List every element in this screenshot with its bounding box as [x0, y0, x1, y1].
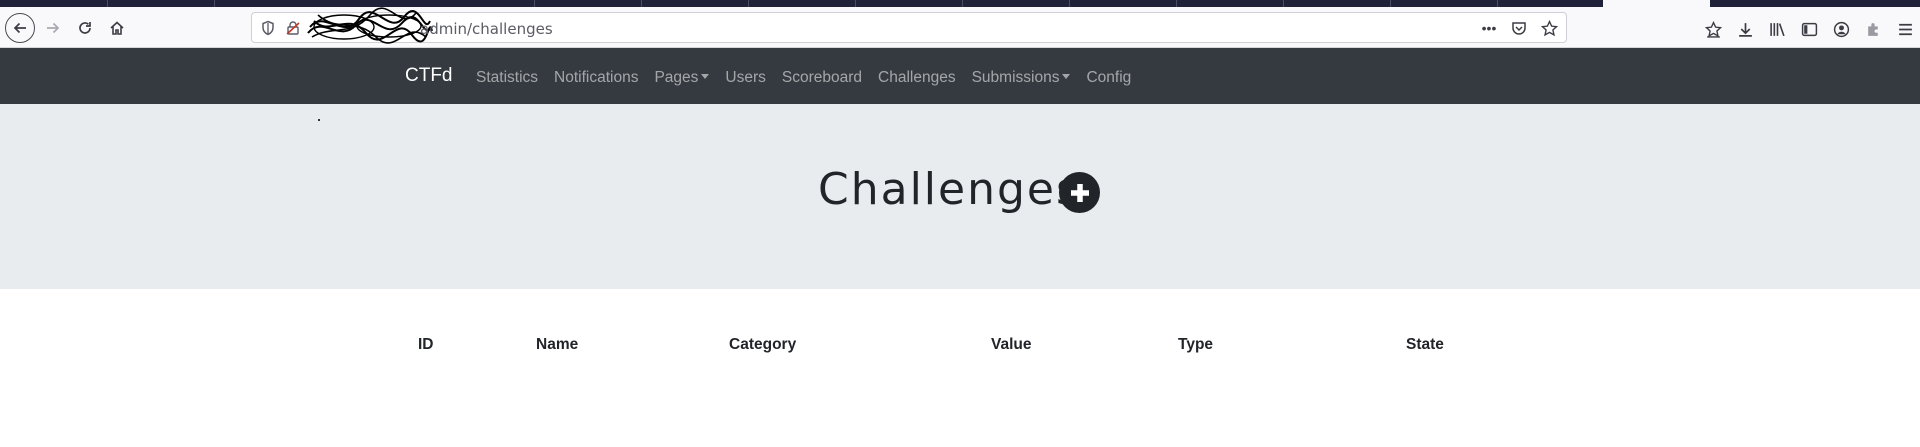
url-bar[interactable]: admin/challenges •••: [251, 7, 1567, 44]
nav-item-pages[interactable]: Pages: [654, 69, 710, 87]
nav-item-users[interactable]: Users: [725, 69, 765, 87]
admin-navbar: CTFd Statistics Notifications Pages User…: [0, 48, 1920, 104]
nav-item-label: Statistics: [476, 69, 539, 86]
tab-separator: [1283, 0, 1284, 7]
column-header-value[interactable]: Value: [991, 336, 1032, 354]
arrow-right-icon: [47, 22, 60, 34]
nav-item-config[interactable]: Config: [1086, 69, 1131, 87]
column-header-type[interactable]: Type: [1178, 336, 1213, 354]
tab-separator: [962, 0, 963, 7]
nav-item-label: Users: [725, 69, 766, 86]
nav-item-statistics[interactable]: Statistics: [476, 69, 538, 87]
tab-separator: [748, 0, 749, 7]
account-icon[interactable]: [1832, 20, 1850, 38]
nav-menu: Statistics Notifications Pages Users Sco…: [476, 69, 1147, 87]
insecure-lock-icon[interactable]: [285, 20, 301, 36]
column-header-category[interactable]: Category: [729, 336, 796, 354]
tab-separator: [214, 0, 215, 7]
active-tab[interactable]: [1603, 0, 1710, 7]
tab-separator: [1497, 0, 1498, 7]
stray-dot: [318, 119, 320, 121]
brand-link[interactable]: CTFd: [405, 65, 453, 87]
url-text[interactable]: admin/challenges: [420, 20, 553, 38]
tab-separator: [855, 0, 856, 7]
bookmarks-star-icon[interactable]: [1704, 20, 1722, 38]
back-button[interactable]: [5, 13, 35, 43]
page-title: Challenges: [818, 164, 1081, 215]
add-challenge-button[interactable]: [1059, 172, 1100, 213]
tab-separator: [1069, 0, 1070, 7]
tab-separator: [1390, 0, 1391, 7]
column-header-state[interactable]: State: [1406, 336, 1444, 354]
nav-item-label: Submissions: [971, 69, 1060, 86]
sidebar-icon[interactable]: [1800, 20, 1818, 38]
browser-toolbar: admin/challenges •••: [0, 7, 1920, 48]
nav-item-submissions[interactable]: Submissions: [972, 69, 1071, 87]
menu-icon[interactable]: [1896, 20, 1914, 38]
nav-item-challenges[interactable]: Challenges: [878, 69, 956, 87]
plus-circle-icon: [1070, 183, 1089, 202]
reload-icon: [79, 22, 91, 34]
tab-separator: [641, 0, 642, 7]
column-header-id[interactable]: ID: [418, 336, 434, 354]
tab-separator: [1176, 0, 1177, 7]
download-icon[interactable]: [1736, 20, 1754, 38]
home-icon: [110, 21, 124, 35]
caret-down-icon: [1062, 74, 1071, 79]
home-button[interactable]: [104, 15, 130, 41]
jumbotron: Challenges: [0, 104, 1920, 289]
column-header-name[interactable]: Name: [536, 336, 578, 354]
nav-item-scoreboard[interactable]: Scoreboard: [782, 69, 862, 87]
library-icon[interactable]: [1768, 20, 1786, 38]
nav-item-label: Pages: [654, 69, 699, 86]
arrow-left-icon: [13, 22, 26, 34]
caret-down-icon: [701, 74, 710, 79]
nav-item-label: Config: [1086, 69, 1132, 86]
tab-separator: [534, 0, 535, 7]
nav-item-label: Challenges: [878, 69, 956, 86]
redaction-scribble: [307, 7, 433, 44]
shield-icon[interactable]: [260, 20, 276, 36]
tab-separator: [107, 0, 108, 7]
nav-item-label: Notifications: [554, 69, 639, 86]
pocket-icon[interactable]: [1508, 18, 1530, 38]
bookmark-star-icon[interactable]: [1538, 18, 1560, 38]
tab-strip: [0, 0, 1920, 7]
reload-button[interactable]: [72, 15, 98, 41]
nav-item-notifications[interactable]: Notifications: [554, 69, 638, 87]
page-actions-icon[interactable]: •••: [1478, 18, 1500, 38]
forward-button[interactable]: [40, 15, 66, 41]
extension-icon[interactable]: [1864, 20, 1882, 38]
nav-item-label: Scoreboard: [781, 69, 863, 86]
